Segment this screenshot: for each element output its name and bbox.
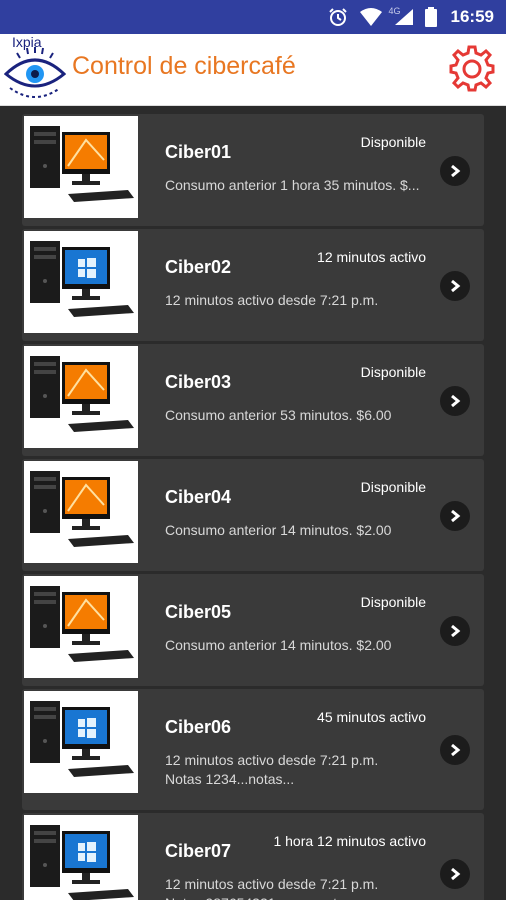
computer-notes: Notas 1234...notas... [165,771,295,787]
status-bar: 4G 16:59 [0,0,506,34]
computer-card-ciber05[interactable]: Ciber05 Disponible Consumo anterior 14 m… [22,574,484,686]
cell-signal-icon: 4G [389,6,415,26]
chevron-right-icon[interactable] [440,501,470,531]
computer-thumbnail [24,231,138,333]
computer-status: Disponible [360,479,426,495]
computer-thumbnail [24,346,138,448]
computer-card-ciber07[interactable]: Ciber07 1 hora 12 minutos activo 12 minu… [22,813,484,900]
wifi-icon [359,7,383,27]
chevron-right-icon[interactable] [440,616,470,646]
computer-description: 12 minutos activo desde 7:21 p.m. [165,752,379,768]
chevron-right-icon[interactable] [440,156,470,186]
battery-icon [424,7,437,27]
computer-status: Disponible [360,134,426,150]
computer-thumbnail [24,691,138,793]
gear-icon[interactable] [448,44,496,92]
computer-status: Disponible [360,594,426,610]
network-label: 4G [388,6,401,16]
computer-status: 12 minutos activo [317,249,426,265]
computer-description: 12 minutos activo desde 7:21 p.m. [165,292,379,308]
computer-description: Consumo anterior 14 minutos. $2.00 [165,522,392,538]
computer-notes: Notas 987654321...mas notas [165,894,435,900]
computer-description: Consumo anterior 53 minutos. $6.00 [165,407,392,423]
computer-card-ciber04[interactable]: Ciber04 Disponible Consumo anterior 14 m… [22,459,484,571]
alarm-icon [327,6,349,28]
computer-name: Ciber05 [165,602,232,622]
clock-time: 16:59 [450,7,494,26]
computer-thumbnail [24,576,138,678]
computer-status: Disponible [360,364,426,380]
computer-status: 45 minutos activo [317,709,426,725]
status-icons: 4G 16:59 [327,0,494,34]
chevron-right-icon[interactable] [440,735,470,765]
computer-description: 12 minutos activo desde 7:21 p.m. [165,876,379,892]
computer-card-ciber02[interactable]: Ciber02 12 minutos activo 12 minutos act… [22,229,484,341]
chevron-right-icon[interactable] [440,271,470,301]
eye-logo-icon [3,36,67,102]
computer-thumbnail [24,461,138,563]
app-bar: Ixpia Control de cibercafé [0,34,506,106]
computer-card-ciber06[interactable]: Ciber06 45 minutos activo 12 minutos act… [22,689,484,810]
computer-description: Consumo anterior 14 minutos. $2.00 [165,637,392,653]
computer-description: Consumo anterior 1 hora 35 minutos. $... [165,177,420,193]
computer-status: 1 hora 12 minutos activo [273,833,426,849]
computer-thumbnail [24,116,138,218]
computer-card-ciber03[interactable]: Ciber03 Disponible Consumo anterior 53 m… [22,344,484,456]
chevron-right-icon[interactable] [440,859,470,889]
computer-name: Ciber06 [165,717,232,737]
computer-name: Ciber03 [165,372,232,392]
app-title: Control de cibercafé [72,52,296,80]
computer-list: Ciber01 Disponible Consumo anterior 1 ho… [22,114,484,900]
computer-card-ciber01[interactable]: Ciber01 Disponible Consumo anterior 1 ho… [22,114,484,226]
computer-name: Ciber02 [165,257,232,277]
computer-name: Ciber04 [165,487,232,507]
computer-name: Ciber07 [165,841,232,861]
computer-thumbnail [24,815,138,900]
computer-name: Ciber01 [165,142,232,162]
chevron-right-icon[interactable] [440,386,470,416]
